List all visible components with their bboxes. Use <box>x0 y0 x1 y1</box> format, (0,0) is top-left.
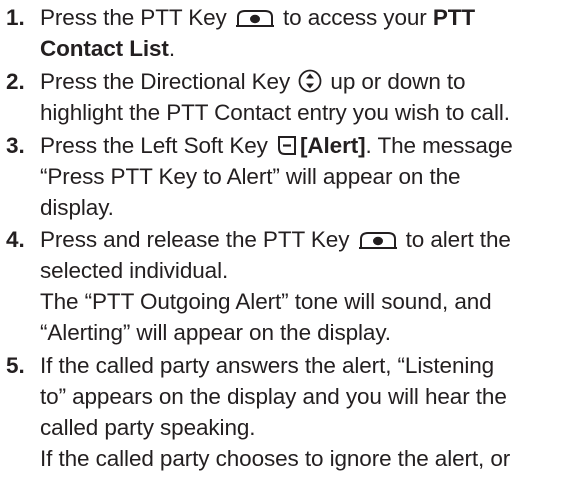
step-line: “Alerting” will appear on the display. <box>40 317 583 348</box>
text-run: Press and release the PTT Key <box>40 227 356 252</box>
ptt-key-icon <box>358 231 398 250</box>
step-line: Press the PTT Key to access your PTT <box>40 2 583 33</box>
text-run: up or down to <box>324 69 466 94</box>
left-soft-key-icon <box>277 133 297 155</box>
step-line: “Press PTT Key to Alert” will appear on … <box>40 161 583 192</box>
directional-key-icon <box>298 69 322 93</box>
text-run: The “PTT Outgoing Alert” tone will sound… <box>40 289 492 314</box>
step-number: 4. <box>6 227 25 252</box>
step-line: display. <box>40 192 583 223</box>
text-run: selected individual. <box>40 258 229 283</box>
text-run: Press the Directional Key <box>40 69 297 94</box>
text-run: display. <box>40 195 114 220</box>
step-line: called party speaking. <box>40 412 583 443</box>
step-line: If the called party chooses to ignore th… <box>40 443 583 474</box>
step-line: selected individual. <box>40 255 583 286</box>
step-line: If the called party answers the alert, “… <box>40 350 583 381</box>
text-run: “Alerting” will appear on the display. <box>40 320 391 345</box>
text-run: called party speaking. <box>40 415 256 440</box>
text-run: . The message <box>365 133 513 158</box>
step-text: Press and release the PTT Key to alert t… <box>40 224 583 348</box>
step-number: 3. <box>6 133 25 158</box>
text-run: . <box>168 36 175 61</box>
step-line: Contact List. <box>40 33 583 64</box>
step-text: Press the Directional Key up or down to … <box>40 66 583 128</box>
text-run: Press the Left Soft Key <box>40 133 274 158</box>
ptt-key-icon <box>235 9 275 28</box>
step-line: Press the Directional Key up or down to <box>40 66 583 97</box>
step-text: If the called party answers the alert, “… <box>40 350 583 474</box>
step-line: The “PTT Outgoing Alert” tone will sound… <box>40 286 583 317</box>
text-run: highlight the PTT Contact entry you wish… <box>40 100 510 125</box>
step-number: 5. <box>6 353 25 378</box>
bold-term: [Alert] <box>299 133 366 158</box>
text-run: If the called party answers the alert, “… <box>40 353 495 378</box>
step-number: 2. <box>6 69 25 94</box>
text-run: to alert the <box>399 227 511 252</box>
step-line: Press the Left Soft Key [Alert]. The mes… <box>40 130 583 161</box>
text-run: to access your <box>276 5 433 30</box>
text-run: Press the PTT Key <box>40 5 233 30</box>
step-text: Press the Left Soft Key [Alert]. The mes… <box>40 130 583 223</box>
text-run: “Press PTT Key to Alert” will appear on … <box>40 164 461 189</box>
instruction-page: 1. Press the PTT Key to access your PTT … <box>0 0 583 478</box>
step-line: to” appears on the display and you will … <box>40 381 583 412</box>
step-text: Press the PTT Key to access your PTT Con… <box>40 2 583 64</box>
step-line: Press and release the PTT Key to alert t… <box>40 224 583 255</box>
bold-term: PTT <box>432 5 476 30</box>
bold-term: Contact List <box>40 36 169 61</box>
text-run: If the called party chooses to ignore th… <box>40 446 511 471</box>
step-number: 1. <box>6 5 25 30</box>
step-line: highlight the PTT Contact entry you wish… <box>40 97 583 128</box>
text-run: to” appears on the display and you will … <box>40 384 507 409</box>
